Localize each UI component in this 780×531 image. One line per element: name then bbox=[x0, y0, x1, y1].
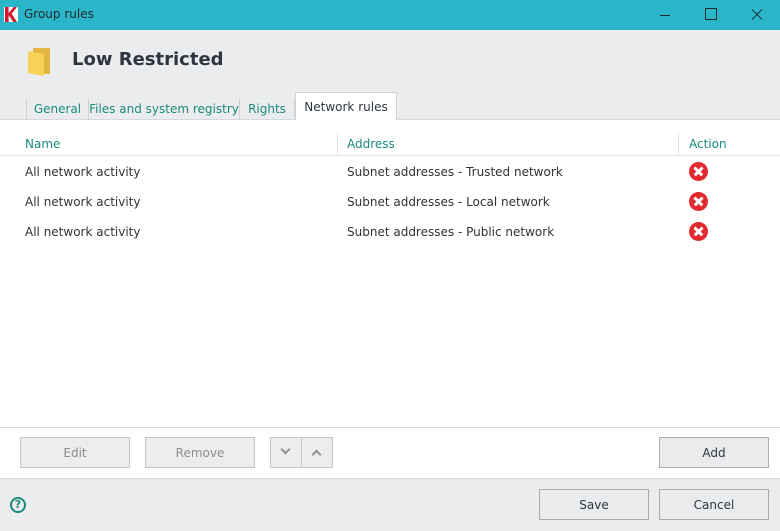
help-icon[interactable]: ? bbox=[10, 497, 26, 513]
maximize-icon[interactable] bbox=[688, 0, 734, 30]
block-icon[interactable] bbox=[689, 162, 708, 181]
close-icon[interactable] bbox=[734, 0, 780, 30]
chevron-down-icon bbox=[280, 444, 291, 455]
rule-address: Subnet addresses - Trusted network bbox=[347, 165, 563, 179]
folder-icon bbox=[28, 48, 50, 76]
window-title: Group rules bbox=[24, 7, 94, 21]
column-divider[interactable] bbox=[337, 134, 338, 155]
kaspersky-logo-icon bbox=[4, 7, 18, 22]
block-icon[interactable] bbox=[689, 192, 708, 211]
tab-general[interactable]: General bbox=[26, 99, 89, 121]
add-button[interactable]: Add bbox=[659, 437, 769, 468]
block-icon[interactable] bbox=[689, 222, 708, 241]
column-header-name[interactable]: Name bbox=[25, 137, 60, 151]
rule-address: Subnet addresses - Public network bbox=[347, 225, 555, 239]
cancel-button[interactable]: Cancel bbox=[659, 489, 769, 520]
rule-name: All network activity bbox=[25, 195, 141, 209]
network-rules-table: Name Address Action All network activity… bbox=[0, 120, 780, 428]
column-header-action[interactable]: Action bbox=[689, 137, 727, 151]
column-header-address[interactable]: Address bbox=[347, 137, 395, 151]
move-down-button[interactable] bbox=[270, 437, 302, 468]
table-row[interactable]: All network activity Subnet addresses - … bbox=[0, 216, 780, 246]
table-row[interactable]: All network activity Subnet addresses - … bbox=[0, 156, 780, 186]
save-button[interactable]: Save bbox=[539, 489, 649, 520]
rule-address: Subnet addresses - Local network bbox=[347, 195, 550, 209]
tab-files-and-system-registry[interactable]: Files and system registry bbox=[89, 99, 240, 121]
move-up-button[interactable] bbox=[301, 437, 333, 468]
column-divider[interactable] bbox=[678, 134, 679, 155]
rule-name: All network activity bbox=[25, 225, 141, 239]
title-bar: Group rules bbox=[0, 0, 780, 30]
tab-network-rules[interactable]: Network rules bbox=[295, 92, 397, 121]
minimize-icon[interactable] bbox=[642, 0, 688, 30]
remove-button[interactable]: Remove bbox=[145, 437, 255, 468]
chevron-up-icon bbox=[311, 449, 322, 460]
toolbar-divider bbox=[0, 427, 780, 428]
tab-rights[interactable]: Rights bbox=[240, 99, 295, 121]
rule-name: All network activity bbox=[25, 165, 141, 179]
group-name: Low Restricted bbox=[72, 49, 224, 70]
edit-button[interactable]: Edit bbox=[20, 437, 130, 468]
table-row[interactable]: All network activity Subnet addresses - … bbox=[0, 186, 780, 216]
